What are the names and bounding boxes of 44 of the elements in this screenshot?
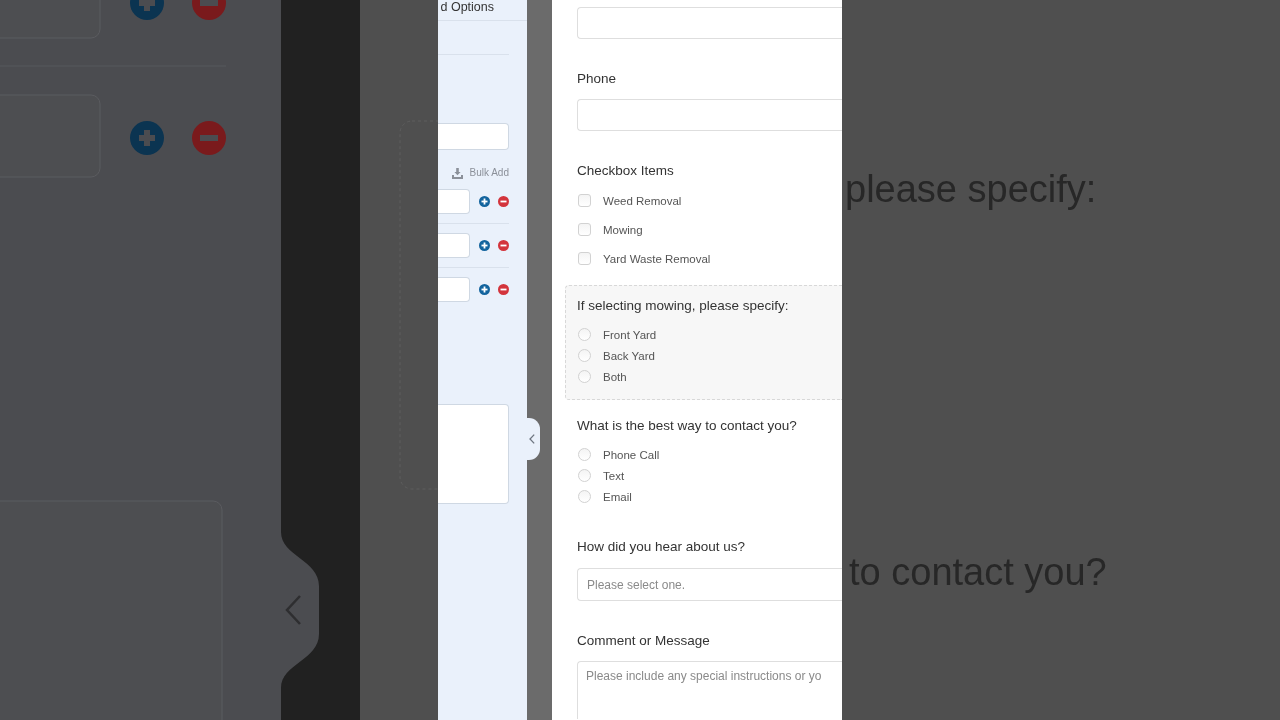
option-label: Phone Call [603, 447, 660, 462]
minus-circle-icon[interactable] [498, 240, 509, 251]
radio-button[interactable] [578, 349, 591, 362]
radio-button[interactable] [578, 328, 591, 341]
option-label: Back Yard [603, 348, 655, 363]
option-label: Both [603, 369, 627, 384]
field-label: What is the best way to contact you? [577, 418, 797, 434]
text-input-field[interactable] [577, 7, 842, 39]
textarea-field[interactable] [438, 404, 509, 504]
text-input-field[interactable] [577, 99, 842, 131]
option-label: Text [603, 468, 625, 483]
option-label: Mowing [603, 222, 643, 237]
field-label: Comment or Message [577, 633, 710, 649]
bulk-add-button[interactable]: Bulk Add [451, 166, 509, 180]
checkbox[interactable] [578, 252, 591, 265]
field-label: How did you hear about us? [577, 539, 746, 555]
option-label: Front Yard [603, 327, 657, 342]
option-label: Weed Removal [603, 193, 682, 208]
collapse-tab[interactable] [527, 418, 540, 460]
plus-circle-icon[interactable] [479, 240, 490, 251]
select-field[interactable]: Please select one. [577, 568, 842, 601]
radio-button[interactable] [578, 490, 591, 503]
minus-circle-icon[interactable] [498, 196, 509, 207]
option-input-field[interactable] [438, 233, 470, 258]
textarea-field[interactable]: Please include any special instructions or yo [577, 661, 842, 719]
plus-circle-icon[interactable] [479, 284, 490, 295]
minus-circle-icon[interactable] [498, 284, 509, 295]
checkbox[interactable] [578, 194, 591, 207]
option-input-field[interactable] [438, 277, 470, 302]
option-input-field[interactable] [438, 189, 470, 214]
checkbox[interactable] [578, 223, 591, 236]
chevron-left-icon [529, 434, 535, 444]
radio-button[interactable] [578, 448, 591, 461]
download-icon [451, 167, 463, 179]
text-input-field[interactable] [438, 123, 509, 150]
radio-button[interactable] [578, 370, 591, 383]
field-label: Checkbox Items [577, 163, 674, 179]
radio-button[interactable] [578, 469, 591, 482]
option-label: Yard Waste Removal [603, 251, 711, 266]
panel-title: d Options [440, 0, 494, 14]
option-label: Email [603, 489, 632, 504]
field-label: Phone [577, 71, 617, 87]
plus-circle-icon[interactable] [479, 196, 490, 207]
field-label: If selecting mowing, please specify: [577, 298, 789, 314]
